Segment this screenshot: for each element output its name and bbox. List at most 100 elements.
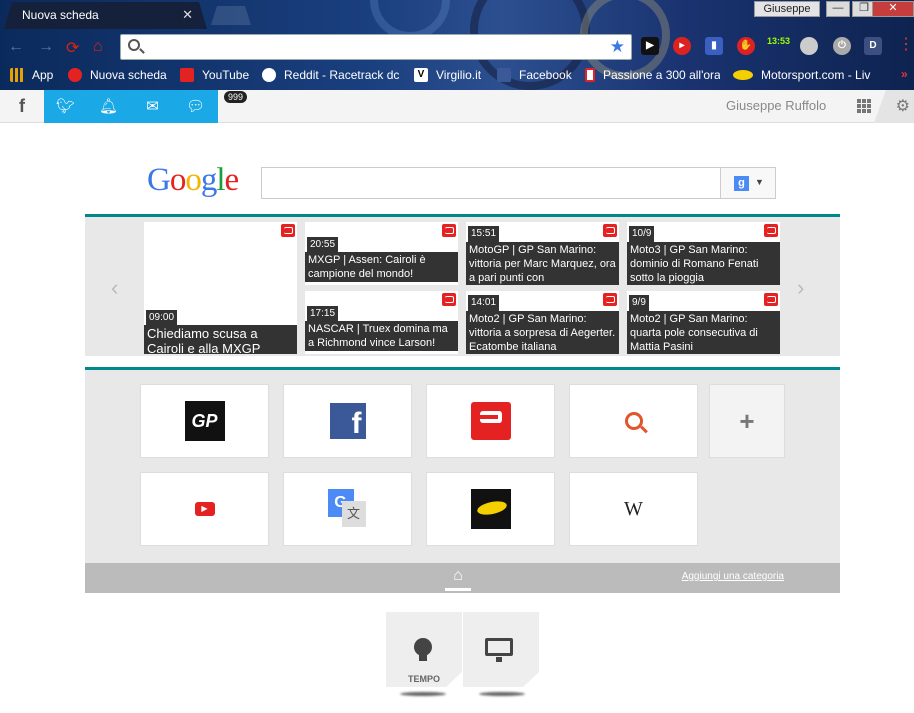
reload-icon[interactable]: ⟳ [66,38,79,58]
tile-gpone[interactable]: GP [140,384,269,458]
bookmark-reddit[interactable]: Reddit - Racetrack dc [262,68,402,82]
news-card[interactable]: 20:55 MXGP | Assen: Cairoli è campione d… [305,222,458,285]
tile-motorsport[interactable] [426,472,555,546]
logo-letter: l [216,162,225,198]
bookmark-virgilio[interactable]: V Virgilio.it [414,68,481,82]
bookmark-nuova-scheda[interactable]: Nuova scheda [68,68,167,82]
minimize-button[interactable]: — [826,1,850,17]
twitter-icon[interactable]: 🐦︎ [44,90,87,123]
social-icons-group: 🐦︎ 🔔︎ ✉ 💬︎ 999 [44,90,248,123]
add-tile-button[interactable]: + [709,384,785,458]
carousel-next-icon[interactable]: › [797,275,804,301]
settings-gear-icon[interactable]: ⚙ [874,90,914,123]
source-logo-icon [764,293,778,306]
toolbar: ← → ⟳ ⌂ ★ ▶ ▸ ▮ ✋ 13:53 ⏻ D ⋮ [0,30,914,64]
social-bar: f 🐦︎ 🔔︎ ✉ 💬︎ 999 Giuseppe Ruffolo ⚙ [0,90,914,123]
lightbulb-icon [414,638,432,656]
ext-d-icon[interactable]: D [864,37,882,55]
tile-search[interactable] [569,384,698,458]
notifications-bell-icon[interactable]: 🔔︎ [87,90,130,123]
forward-icon[interactable]: → [38,38,54,56]
news-card[interactable]: 14:01 Moto2 | GP San Marino: vittoria a … [466,291,619,354]
user-name[interactable]: Giuseppe Ruffolo [726,98,826,113]
address-bar[interactable]: ★ [120,34,632,60]
ext-circle-icon[interactable] [800,37,818,55]
tab-close-icon[interactable]: ✕ [182,7,193,23]
add-category-link[interactable]: Aggiungi una categoria [682,571,784,582]
news-title: MotoGP | GP San Marino: vittoria per Mar… [466,242,619,285]
google-search-input[interactable] [261,167,721,199]
new-tab-button[interactable] [211,6,251,25]
home-icon[interactable]: ⌂ [93,38,103,56]
profile-button[interactable]: Giuseppe [754,1,820,17]
news-time: 15:51 [468,226,500,242]
news-card[interactable]: 10/9 Moto3 | GP San Marino: dominio di R… [627,222,780,285]
tile-wikipedia[interactable]: W [569,472,698,546]
bookmarks-bar: App Nuova scheda YouTube Reddit - Racetr… [0,64,914,90]
close-window-button[interactable]: ✕ [872,1,914,17]
source-logo-icon [281,224,295,237]
bookmark-app[interactable]: App [10,68,53,82]
news-title: MXGP | Assen: Cairoli è campione del mon… [305,252,458,282]
bookmark-label: Reddit - Racetrack dc [284,68,400,82]
speed-dial: GP f + ▶ G 文 W ⌂ Aggiungi una categoria [85,367,840,593]
tile-passione[interactable] [426,384,555,458]
google-logo: Google [147,162,240,199]
power-icon [68,68,82,82]
bookmark-star-icon[interactable]: ★ [610,37,625,57]
search-icon [128,39,140,51]
source-logo-icon [442,224,456,237]
tile-youtube[interactable]: ▶ [140,472,269,546]
gpone-logo-icon: GP [184,401,225,441]
chat-icon[interactable]: 💬︎ [174,90,217,123]
ext-bookmark-icon[interactable]: ▮ [705,37,723,55]
virgilio-icon: V [414,68,428,82]
news-title: Moto3 | GP San Marino: dominio di Romano… [627,242,780,285]
customize-widget[interactable] [463,612,539,687]
ext-adblock-icon[interactable]: ✋ [737,37,755,55]
passione-logo-icon [470,402,511,440]
logo-letter: e [224,162,240,198]
tab-active[interactable]: Nuova scheda ✕ [4,2,207,29]
notification-badge: 999 [224,91,248,103]
google-search-button[interactable]: g ▼ [720,167,776,199]
news-card[interactable]: 15:51 MotoGP | GP San Marino: vittoria p… [466,222,619,285]
bookmark-label: App [32,68,54,82]
search-icon [624,412,648,434]
bookmark-youtube[interactable]: YouTube [180,68,249,82]
chevron-down-icon: ▼ [755,177,764,187]
ext-video-icon[interactable]: ▶ [641,37,659,55]
weather-widget[interactable]: TEMPO [386,612,462,687]
carousel-prev-icon[interactable]: ‹ [111,275,118,301]
news-title: NASCAR | Truex domina ma a Richmond vinc… [305,321,458,351]
bookmark-motorsport[interactable]: Motorsport.com - Liv [733,68,903,82]
news-card[interactable]: 9/9 Moto2 | GP San Marino: quarta pole c… [627,291,780,354]
news-time: 17:15 [307,306,339,322]
tile-google-translate[interactable]: G 文 [283,472,412,546]
apps-grid-icon [10,68,24,82]
category-bar: ⌂ Aggiungi una categoria [85,563,840,593]
facebook-icon: f [329,403,366,440]
logo-letter: g [200,162,217,198]
bookmark-label: Facebook [519,68,572,82]
widget-shadow [479,692,525,696]
reddit-icon [262,68,276,82]
bookmark-label: Nuova scheda [90,68,167,82]
bookmark-passione[interactable]: Passione a 300 all'ora [585,68,720,82]
bookmark-facebook[interactable]: Facebook [497,68,572,82]
ext-power-icon[interactable]: ⏻ [833,37,851,55]
ext-shield-icon[interactable]: ▸ [673,37,691,55]
facebook-icon[interactable]: f [0,90,44,123]
ext-clock[interactable]: 13:53 [767,37,790,55]
tile-facebook[interactable]: f [283,384,412,458]
news-card[interactable]: 17:15 NASCAR | Truex domina ma a Richmon… [305,291,458,354]
back-icon[interactable]: ← [8,38,24,56]
source-logo-icon [442,293,456,306]
wikipedia-icon: W [624,497,643,520]
bookmarks-overflow-icon[interactable]: » [901,67,908,81]
home-category-icon[interactable]: ⌂ [445,567,471,591]
apps-grid-icon[interactable] [857,99,871,113]
mail-icon[interactable]: ✉ [131,90,174,123]
news-card[interactable]: 09:00 Chiediamo scusa a Cairoli e alla M… [144,222,297,354]
menu-icon[interactable]: ⋮ [898,34,914,54]
